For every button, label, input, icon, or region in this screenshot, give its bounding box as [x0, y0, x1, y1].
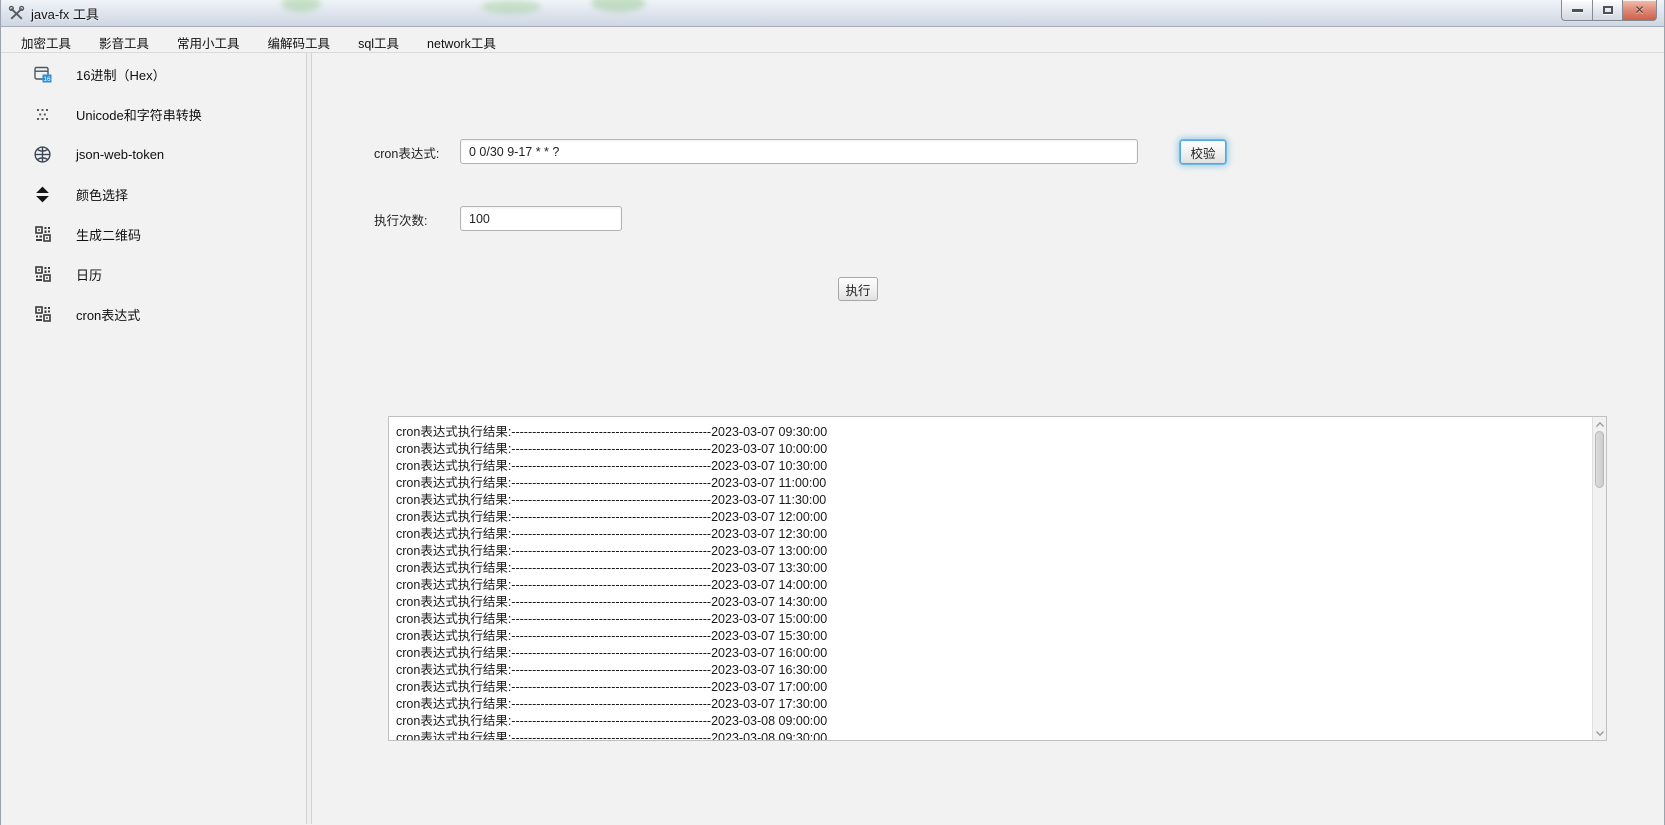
- glass-reflection: [591, 0, 646, 12]
- qrcode-icon: [33, 225, 52, 244]
- scroll-down-arrow-icon[interactable]: [1593, 726, 1606, 740]
- sidebar-item-label: 颜色选择: [76, 185, 128, 204]
- minimize-icon: [1572, 9, 1583, 12]
- run-count-label: 执行次数:: [374, 210, 427, 229]
- sidebar-item-label: Unicode和字符串转换: [76, 105, 202, 124]
- menu-item-0[interactable]: 加密工具: [7, 27, 85, 52]
- color-picker-icon: [33, 185, 52, 204]
- window-title: java-fx 工具: [31, 4, 99, 23]
- cron-results-textarea[interactable]: cron表达式执行结果:----------------------------…: [388, 416, 1607, 741]
- qrcode-icon: [33, 265, 52, 284]
- title-bar[interactable]: java-fx 工具 ✕: [1, 0, 1664, 27]
- unicode-icon: [33, 105, 52, 124]
- sidebar-item-6[interactable]: cron表达式: [1, 294, 306, 334]
- sidebar-item-label: json-web-token: [76, 147, 164, 162]
- sidebar-item-label: cron表达式: [76, 305, 140, 324]
- cron-results-text: cron表达式执行结果:----------------------------…: [389, 417, 1592, 740]
- menu-item-5[interactable]: network工具: [413, 27, 510, 52]
- window-controls: ✕: [1561, 0, 1657, 21]
- sidebar-item-1[interactable]: Unicode和字符串转换: [1, 94, 306, 134]
- app-tools-icon: [8, 5, 25, 22]
- svg-text:16: 16: [43, 75, 51, 82]
- validate-button[interactable]: 校验: [1180, 140, 1226, 164]
- glass-reflection: [481, 0, 541, 14]
- vertical-scrollbar[interactable]: [1592, 417, 1606, 740]
- sidebar-item-label: 16进制（Hex）: [76, 65, 166, 84]
- sidebar-item-4[interactable]: 生成二维码: [1, 214, 306, 254]
- globe-icon: [33, 145, 52, 164]
- hex-icon: 16: [33, 65, 52, 84]
- close-button[interactable]: ✕: [1623, 0, 1657, 21]
- sidebar-item-0[interactable]: 16 16进制（Hex）: [1, 54, 306, 94]
- scroll-up-arrow-icon[interactable]: [1593, 417, 1606, 431]
- menu-item-1[interactable]: 影音工具: [85, 27, 163, 52]
- close-icon: ✕: [1634, 3, 1644, 17]
- cron-expression-input[interactable]: [460, 139, 1138, 164]
- sidebar: 16 16进制（Hex） Unicode和字符串转换 json-web-token 颜色…: [1, 53, 306, 824]
- run-button[interactable]: 执行: [838, 277, 878, 301]
- sidebar-item-2[interactable]: json-web-token: [1, 134, 306, 174]
- sidebar-item-3[interactable]: 颜色选择: [1, 174, 306, 214]
- sidebar-item-label: 生成二维码: [76, 225, 141, 244]
- menu-item-2[interactable]: 常用小工具: [163, 27, 254, 52]
- qrcode-icon: [33, 305, 52, 324]
- cron-expression-label: cron表达式:: [374, 143, 439, 162]
- menu-item-4[interactable]: sql工具: [344, 27, 413, 52]
- menu-item-3[interactable]: 编解码工具: [254, 27, 345, 52]
- app-window: java-fx 工具 ✕ 加密工具影音工具常用小工具编解码工具sql工具netw…: [0, 0, 1665, 825]
- maximize-button[interactable]: [1592, 0, 1623, 21]
- minimize-button[interactable]: [1561, 0, 1592, 21]
- scrollbar-thumb[interactable]: [1595, 431, 1604, 488]
- maximize-icon: [1603, 6, 1613, 14]
- sidebar-item-label: 日历: [76, 265, 102, 284]
- glass-reflection: [281, 0, 321, 12]
- sidebar-item-5[interactable]: 日历: [1, 254, 306, 294]
- run-count-input[interactable]: [460, 206, 622, 231]
- menu-bar: 加密工具影音工具常用小工具编解码工具sql工具network工具: [1, 27, 1664, 53]
- cron-tool-panel: cron表达式: 校验 执行次数: 执行 cron表达式执行结果:-------…: [312, 53, 1664, 824]
